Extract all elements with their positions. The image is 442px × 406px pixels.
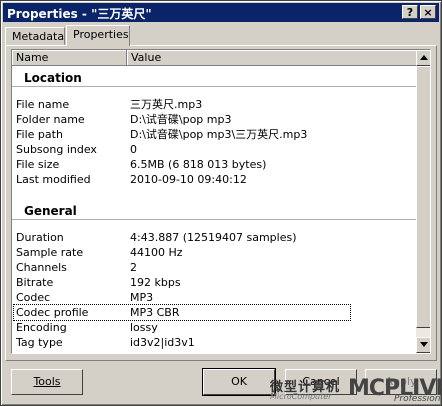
property-value: 2	[130, 261, 137, 274]
property-name: Bitrate	[16, 276, 54, 289]
tools-label: Tools	[33, 375, 61, 388]
ok-button[interactable]: OK	[202, 368, 276, 396]
list-item[interactable]: Folder name D:\试音碟\pop mp3	[12, 112, 416, 127]
property-name: Duration	[16, 231, 64, 244]
list-item[interactable]: Encoding lossy	[12, 320, 416, 335]
section-general: General	[12, 202, 416, 220]
vertical-scrollbar[interactable]	[416, 50, 430, 353]
arrow-down-icon	[420, 342, 428, 347]
title-bar[interactable]: Properties - "三万英尺" ? ×	[3, 3, 439, 22]
property-name: File path	[16, 128, 63, 141]
property-name: Sample rate	[16, 246, 84, 259]
property-value: 三万英尺.mp3	[130, 98, 203, 111]
list-item[interactable]: Subsong index 0	[12, 142, 416, 157]
list-item[interactable]: Bitrate 192 kbps	[12, 275, 416, 290]
list-item[interactable]: File size 6.5MB (6 818 013 bytes)	[12, 157, 416, 172]
scroll-up-button[interactable]	[416, 50, 430, 66]
property-name: File size	[16, 158, 60, 171]
property-value: 2010-09-10 09:40:12	[130, 173, 247, 186]
list-item[interactable]: Last modified 2010-09-10 09:40:12	[12, 172, 416, 187]
list-item[interactable]: File name 三万英尺.mp3	[12, 97, 416, 112]
property-name: Subsong index	[16, 143, 97, 156]
property-name: File name	[16, 98, 70, 111]
watermark-en-text: MicroComputer	[270, 392, 332, 401]
list-item[interactable]: Duration 4:43.887 (12519407 samples)	[12, 230, 416, 245]
list-item[interactable]: Codec MP3	[12, 290, 416, 305]
column-header-value[interactable]: Value	[127, 50, 416, 65]
ok-label: OK	[231, 375, 247, 388]
list-header: Name Value	[12, 50, 416, 66]
list-item[interactable]: Sample rate 44100 Hz	[12, 245, 416, 260]
properties-dialog: Properties - "三万英尺" ? × Metadata Propert…	[0, 0, 442, 406]
tab-metadata[interactable]: Metadata	[5, 27, 65, 45]
list-item[interactable]: Channels 2	[12, 260, 416, 275]
property-value: 4:43.887 (12519407 samples)	[130, 231, 297, 244]
property-value: 192 kbps	[130, 276, 181, 289]
list-item[interactable]: Tag type id3v2|id3v1	[12, 335, 416, 350]
property-value: 0	[130, 143, 137, 156]
scroll-thumb[interactable]	[416, 66, 430, 328]
column-header-name[interactable]: Name	[12, 50, 127, 65]
close-button[interactable]: ×	[420, 5, 436, 19]
scroll-down-button[interactable]	[416, 337, 430, 353]
help-button[interactable]: ?	[402, 5, 418, 19]
property-name: Last modified	[16, 173, 91, 186]
section-location: Location	[12, 69, 416, 87]
property-name: Folder name	[16, 113, 85, 126]
property-value: D:\试音碟\pop mp3\三万英尺.mp3	[130, 128, 308, 141]
window-title: Properties - "三万英尺"	[7, 7, 152, 21]
property-name: Tag type	[16, 336, 63, 349]
property-value: MP3 CBR	[130, 306, 180, 319]
property-value: MP3	[130, 291, 154, 304]
property-value: 6.5MB (6 818 013 bytes)	[130, 158, 267, 171]
property-name: Codec	[16, 291, 51, 304]
watermark-sub-text: Professional	[394, 394, 442, 404]
tools-button[interactable]: Tools	[11, 369, 83, 395]
publisher-watermark: 微型计算机 MicroComputer MCPLIVE Professional	[270, 376, 442, 406]
properties-list[interactable]: Name Value Location File name 三万英尺.mp3 F…	[11, 49, 431, 354]
property-value: D:\试音碟\pop mp3	[130, 113, 232, 126]
property-name: Channels	[16, 261, 67, 274]
list-item[interactable]: File path D:\试音碟\pop mp3\三万英尺.mp3	[12, 127, 416, 142]
property-value: 44100 Hz	[130, 246, 183, 259]
property-value: lossy	[130, 321, 158, 334]
tab-properties[interactable]: Properties	[66, 25, 130, 46]
property-name: Codec profile	[16, 306, 89, 319]
property-name: Encoding	[16, 321, 67, 334]
list-item-focused[interactable]: Codec profile MP3 CBR	[13, 304, 351, 321]
arrow-up-icon	[420, 55, 428, 60]
property-value: id3v2|id3v1	[130, 336, 195, 349]
